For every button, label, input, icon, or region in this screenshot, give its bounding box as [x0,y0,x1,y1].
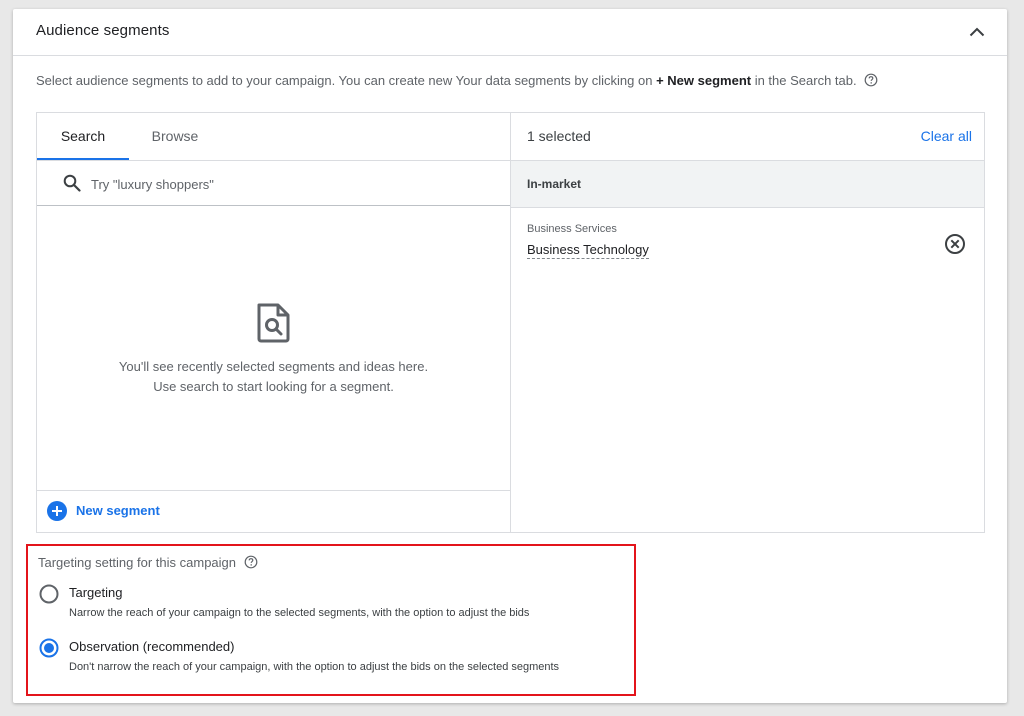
empty-state: You'll see recently selected segments an… [37,205,510,491]
left-pane: Search Browse You'll see recently select… [37,113,511,532]
targeting-title-text: Targeting setting for this campaign [38,555,236,570]
selected-count: 1 selected [527,128,591,144]
option-observation-description: Don't narrow the reach of your campaign,… [69,661,560,673]
right-pane: 1 selected Clear all In-market Business … [511,113,984,532]
audience-segments-card: Audience segments Select audience segmen… [13,9,1007,703]
description-bold-text: + New segment [656,73,752,88]
chevron-up-icon [969,27,985,37]
radio-unchecked-icon[interactable] [39,584,59,604]
add-circle-icon [47,501,67,521]
option-targeting-label: Targeting [69,585,123,600]
empty-state-line-2: Use search to start looking for a segmen… [153,379,394,394]
remove-segment-icon[interactable] [944,233,966,255]
group-label: In-market [527,177,582,191]
tab-search[interactable]: Search [37,113,129,160]
search-icon [63,174,81,192]
segment-name[interactable]: Business Technology [527,242,649,259]
search-input[interactable] [89,171,493,197]
document-search-icon [257,303,290,343]
card-header[interactable]: Audience segments [13,9,1007,56]
segment-picker: Search Browse You'll see recently select… [36,112,985,533]
help-icon[interactable] [864,73,878,90]
clear-all-button[interactable]: Clear all [921,128,972,144]
targeting-help-icon[interactable] [244,555,258,572]
option-observation[interactable]: Observation (recommended) Don't narrow t… [28,635,634,681]
new-segment-button[interactable]: New segment [37,490,510,533]
targeting-title: Targeting setting for this campaign [38,555,258,572]
description-text-end: in the Search tab. [751,73,857,88]
tab-browse[interactable]: Browse [129,113,221,160]
selected-segment-item: Business Services Business Technology [511,207,984,277]
search-bar [37,160,510,206]
tab-bar: Search Browse [37,113,510,160]
selected-header: 1 selected Clear all [511,113,984,160]
radio-checked-icon[interactable] [39,638,59,658]
collapse-button[interactable] [967,22,987,42]
empty-state-line-1: You'll see recently selected segments an… [118,359,429,374]
option-targeting[interactable]: Targeting Narrow the reach of your campa… [28,581,634,627]
option-observation-label: Observation (recommended) [69,639,235,654]
description-text: Select audience segments to add to your … [36,73,657,88]
card-title: Audience segments [36,22,170,39]
section-description: Select audience segments to add to your … [36,73,878,90]
targeting-setting-section: Targeting setting for this campaign Targ… [26,544,636,696]
group-header: In-market [511,160,984,208]
new-segment-label: New segment [76,503,160,518]
segment-parent: Business Services [527,223,617,235]
option-targeting-description: Narrow the reach of your campaign to the… [69,607,530,619]
